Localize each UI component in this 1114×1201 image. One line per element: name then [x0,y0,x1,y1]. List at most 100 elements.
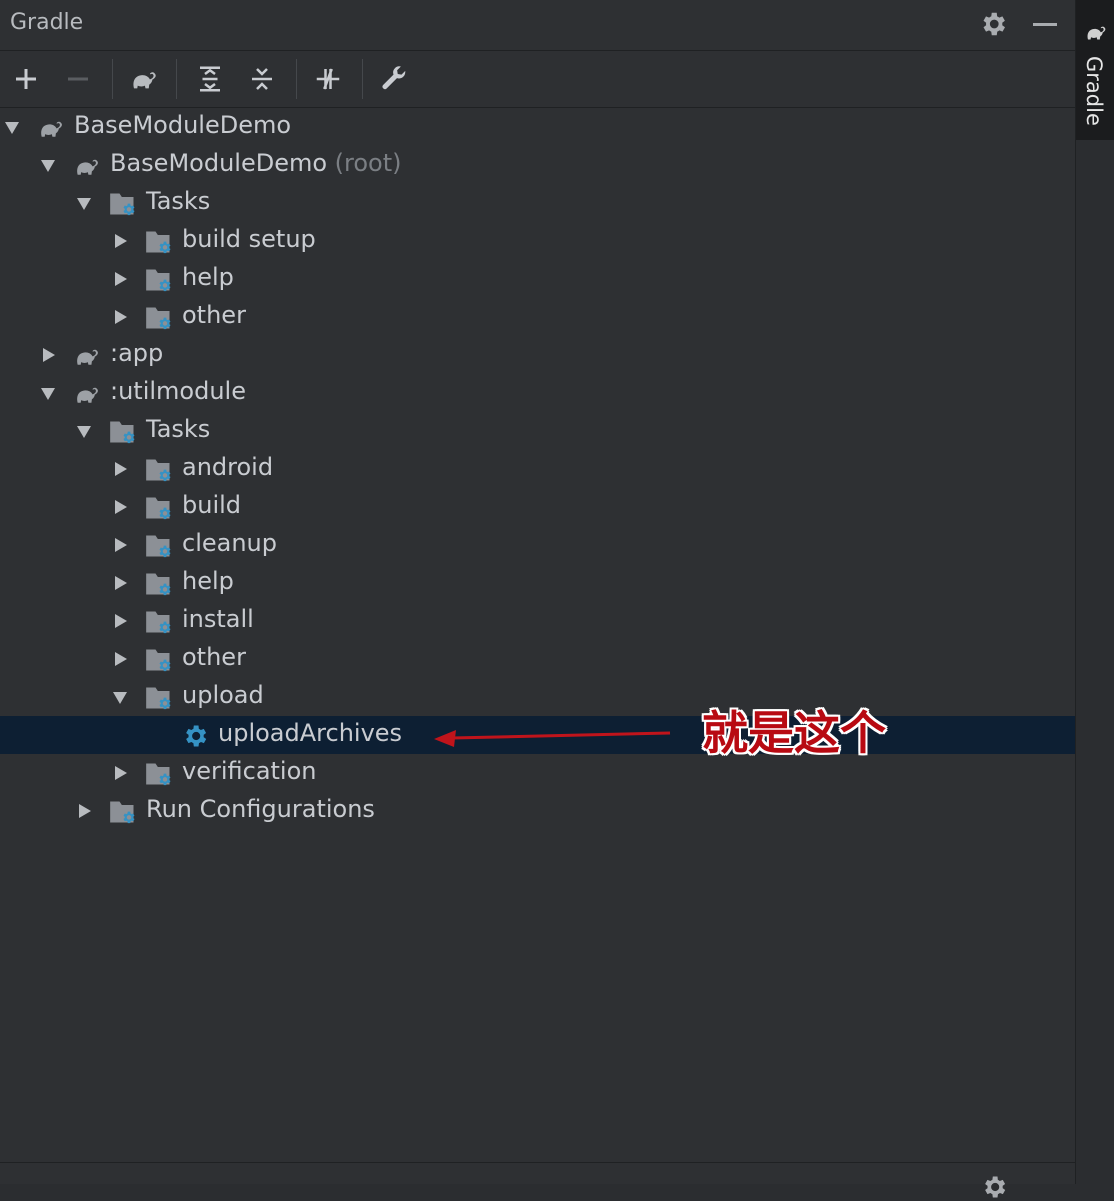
node-name: install [182,605,254,633]
add-button[interactable] [6,59,46,99]
node-name: uploadArchives [218,719,403,747]
collapsed-arrow-icon[interactable] [39,346,57,364]
task-folder-icon [110,801,135,824]
node-name: help [182,567,234,595]
tree-node-label: other [182,301,246,329]
node-name: android [182,453,274,481]
tree-node[interactable]: Run Configurations [0,792,1075,830]
task-folder-icon [146,535,171,558]
node-name: other [182,643,246,671]
node-name: build setup [182,225,316,253]
tree-node[interactable]: build [0,488,1075,526]
expanded-arrow-icon[interactable] [75,194,93,212]
collapsed-arrow-icon[interactable] [111,270,129,288]
tree-node[interactable]: other [0,640,1075,678]
tree-node[interactable]: install [0,602,1075,640]
node-name: cleanup [182,529,277,557]
tree-node-label: build setup [182,225,316,253]
collapsed-arrow-icon[interactable] [75,802,93,820]
task-folder-icon [110,193,135,216]
annotation-text: 就是这个 [702,706,886,760]
collapse-all-button[interactable] [242,59,282,99]
task-folder-icon [146,573,171,596]
tree-node[interactable]: other [0,298,1075,336]
minimize-icon[interactable] [1033,23,1057,26]
tree-node[interactable]: cleanup [0,526,1075,564]
elephant-icon [41,121,62,137]
elephant-icon [77,387,98,403]
gradle-panel: Gradle BaseModuleDemo BaseModuleDemo (ro… [0,0,1075,1198]
tree-node-label: cleanup [182,529,277,557]
toolbar [0,51,1075,108]
expanded-arrow-icon[interactable] [3,118,21,136]
tree-node[interactable]: Tasks [0,184,1075,222]
tree-node[interactable]: BaseModuleDemo [0,108,1075,146]
node-name: other [182,301,246,329]
node-name: help [182,263,234,291]
tree-node[interactable]: :utilmodule [0,374,1075,412]
toggle-offline-icon [316,68,340,90]
tree-node-label: :app [110,339,163,367]
gear-icon[interactable] [978,9,1008,39]
gradle-side-tab[interactable]: Gradle [1076,0,1114,140]
collapsed-arrow-icon[interactable] [111,650,129,668]
collapsed-arrow-icon[interactable] [111,308,129,326]
gear-icon[interactable] [980,1173,1008,1201]
collapsed-arrow-icon[interactable] [111,232,129,250]
task-folder-icon [146,459,171,482]
tree-node[interactable]: upload [0,678,1075,716]
elephant-icon [1087,26,1106,40]
expand-all-button[interactable] [190,59,230,99]
task-folder-icon [146,269,171,292]
collapsed-arrow-icon[interactable] [111,460,129,478]
tree-node-label: BaseModuleDemo [74,111,291,139]
task-folder-icon [146,611,171,634]
node-name: Tasks [146,415,211,443]
tree-node-label: install [182,605,254,633]
elephant-icon [133,72,156,89]
bottom-bar [0,1162,1075,1198]
collapsed-arrow-icon[interactable] [111,498,129,516]
toolbar-separator [296,59,297,99]
collapsed-arrow-icon[interactable] [111,764,129,782]
tree-node[interactable]: verification [0,754,1075,792]
task-folder-icon [146,231,171,254]
node-name: Tasks [146,187,211,215]
panel-header: Gradle [0,0,1075,51]
toggle-offline-button[interactable] [308,59,348,99]
expanded-arrow-icon[interactable] [75,422,93,440]
expanded-arrow-icon[interactable] [39,156,57,174]
collapsed-arrow-icon[interactable] [111,536,129,554]
expanded-arrow-icon[interactable] [39,384,57,402]
collapsed-arrow-icon[interactable] [111,612,129,630]
expanded-arrow-icon[interactable] [111,688,129,706]
tree-node[interactable]: Tasks [0,412,1075,450]
tree-node-label: upload [182,681,264,709]
tree-node-label: :utilmodule [110,377,246,405]
task-folder-icon [110,421,135,444]
toolbar-separator [362,59,363,99]
tree-node[interactable]: :app [0,336,1075,374]
remove-icon [68,77,88,81]
elephant-icon [77,349,98,365]
tree-node[interactable]: help [0,564,1075,602]
tree-node-label: build [182,491,241,519]
tree-node-label: Tasks [146,415,210,443]
node-name: upload [182,681,264,709]
collapsed-arrow-icon[interactable] [111,574,129,592]
add-icon [16,69,36,89]
tree-node[interactable]: build setup [0,222,1075,260]
build-settings-button[interactable] [374,59,414,99]
tree-node[interactable]: BaseModuleDemo (root) [0,146,1075,184]
right-tool-strip: Gradle [1075,0,1114,1184]
tree-node-label: BaseModuleDemo (root) [110,149,402,177]
tree-node-label: help [182,567,234,595]
refresh-gradle-button[interactable] [124,59,164,99]
tree-node[interactable]: help [0,260,1075,298]
tree-node[interactable]: android [0,450,1075,488]
remove-button[interactable] [58,59,98,99]
tree-node-label: Tasks [146,187,210,215]
node-name: :app [110,339,164,367]
node-name: Run Configurations [146,795,375,823]
toolbar-separator [176,59,177,99]
